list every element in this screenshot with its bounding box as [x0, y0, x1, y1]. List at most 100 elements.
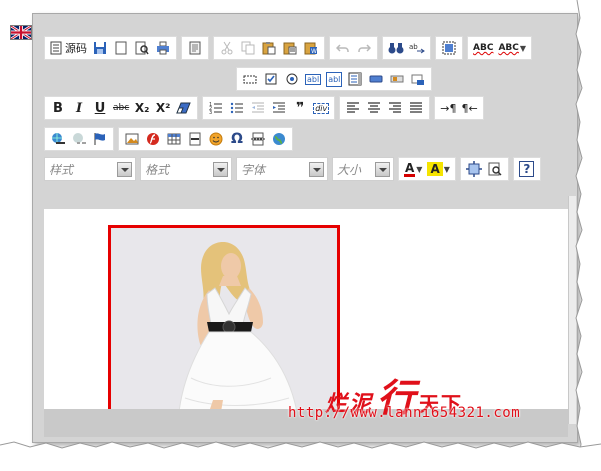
inserted-image[interactable]: [108, 225, 340, 409]
links-group: [44, 127, 114, 151]
toolbar-row-1: 源码 W ab ABC ABC ▼: [44, 36, 533, 60]
chevron-down-icon[interactable]: [375, 161, 390, 177]
bulleted-list-button[interactable]: [227, 98, 247, 118]
paste-text-button[interactable]: [280, 38, 300, 58]
redo-button[interactable]: [354, 38, 374, 58]
numbered-list-icon: 123: [209, 102, 223, 115]
paste-word-button[interactable]: W: [301, 38, 321, 58]
maximize-button[interactable]: [464, 159, 484, 179]
ltr-icon: →¶: [440, 101, 457, 115]
source-button[interactable]: 源码: [48, 38, 89, 58]
link-button[interactable]: [48, 129, 68, 149]
radio-button[interactable]: [282, 69, 302, 89]
colors-group: A ▼ A ▼: [398, 157, 456, 181]
basic-styles-group: B I U abc X₂ X²: [44, 96, 199, 120]
underline-label: U: [94, 100, 106, 116]
find-button[interactable]: [386, 38, 406, 58]
select-all-icon: [442, 41, 456, 55]
iframe-button[interactable]: [269, 129, 289, 149]
preview-button[interactable]: [132, 38, 152, 58]
smiley-icon: [209, 132, 223, 146]
horizontal-rule-button[interactable]: [185, 129, 205, 149]
woman-white-dress-photo: [111, 228, 337, 409]
redo-arrow-icon: [358, 44, 371, 52]
div-container-button[interactable]: div: [311, 98, 331, 118]
styles-combo[interactable]: 样式: [44, 157, 136, 181]
flag-icon: [94, 133, 105, 145]
outdent-button[interactable]: [248, 98, 268, 118]
select-field-button[interactable]: [345, 69, 365, 89]
save-button[interactable]: [90, 38, 110, 58]
italic-button[interactable]: I: [69, 98, 89, 118]
numbered-list-button[interactable]: 123: [206, 98, 226, 118]
styles-combo-label: 样式: [49, 162, 74, 177]
background-color-button[interactable]: A ▼: [425, 159, 451, 179]
direction-group: →¶ ¶←: [434, 96, 484, 120]
copy-button[interactable]: [238, 38, 258, 58]
special-char-button[interactable]: Ω: [227, 129, 247, 149]
button-field-button[interactable]: [366, 69, 386, 89]
textarea-button[interactable]: abl: [324, 69, 344, 89]
anchor-button[interactable]: [90, 129, 110, 149]
ltr-button[interactable]: →¶: [438, 98, 458, 118]
blockquote-button[interactable]: ❞: [290, 98, 310, 118]
table-button[interactable]: [164, 129, 184, 149]
indent-button[interactable]: [269, 98, 289, 118]
size-combo[interactable]: 大小: [332, 157, 394, 181]
flash-button[interactable]: [143, 129, 163, 149]
align-center-button[interactable]: [364, 98, 384, 118]
superscript-button[interactable]: X²: [153, 98, 173, 118]
page-break-button[interactable]: [248, 129, 268, 149]
align-left-button[interactable]: [343, 98, 363, 118]
spell-group: ABC ABC ▼: [467, 36, 533, 60]
format-combo-label: 格式: [145, 162, 170, 177]
templates-group: [181, 36, 209, 60]
subscript-button[interactable]: X₂: [132, 98, 152, 118]
new-page-button[interactable]: [111, 38, 131, 58]
spellcheck-as-you-type-button[interactable]: ABC ▼: [496, 38, 528, 58]
strikethrough-button[interactable]: abc: [111, 98, 131, 118]
image-button-field-button[interactable]: [387, 69, 407, 89]
source-doc-icon: [50, 41, 62, 55]
spellcheck-button[interactable]: ABC: [471, 38, 495, 58]
print-button[interactable]: [153, 38, 173, 58]
checkbox-button[interactable]: [261, 69, 281, 89]
chevron-down-icon[interactable]: [213, 161, 228, 177]
help-icon: ?: [519, 161, 535, 177]
justify-button[interactable]: [406, 98, 426, 118]
size-combo-label: 大小: [337, 162, 362, 177]
remove-format-button[interactable]: [174, 98, 194, 118]
font-combo[interactable]: 字体: [236, 157, 328, 181]
rtl-button[interactable]: ¶←: [459, 98, 479, 118]
preview-magnifier-icon: [135, 41, 149, 55]
show-blocks-button[interactable]: [485, 159, 505, 179]
select-all-button[interactable]: [439, 38, 459, 58]
form-button[interactable]: [240, 69, 260, 89]
underline-button[interactable]: U: [90, 98, 110, 118]
background-color-icon: A: [427, 162, 443, 176]
chevron-down-icon[interactable]: [309, 161, 324, 177]
image-button[interactable]: [122, 129, 142, 149]
format-combo[interactable]: 格式: [140, 157, 232, 181]
text-field-button[interactable]: abl: [303, 69, 323, 89]
cut-button[interactable]: [217, 38, 237, 58]
about-button[interactable]: ?: [517, 159, 537, 179]
align-right-button[interactable]: [385, 98, 405, 118]
hidden-field-button[interactable]: [408, 69, 428, 89]
tools-group: [459, 157, 509, 181]
undo-button[interactable]: [333, 38, 353, 58]
document-group: 源码: [44, 36, 177, 60]
templates-button[interactable]: [185, 38, 205, 58]
smiley-button[interactable]: [206, 129, 226, 149]
torn-edge-bottom: [0, 441, 601, 471]
table-icon: [167, 133, 181, 145]
chevron-down-icon[interactable]: [117, 161, 132, 177]
united-kingdom-flag-icon[interactable]: [10, 25, 32, 40]
toolbar-row-2: abl abl: [236, 67, 433, 91]
text-color-button[interactable]: A ▼: [402, 159, 424, 179]
bold-button[interactable]: B: [48, 98, 68, 118]
toolbar-row-5: 样式 格式 字体 大小 A ▼ A ▼ ?: [44, 157, 541, 181]
unlink-button[interactable]: [69, 129, 89, 149]
paste-button[interactable]: [259, 38, 279, 58]
replace-button[interactable]: ab: [407, 38, 427, 58]
